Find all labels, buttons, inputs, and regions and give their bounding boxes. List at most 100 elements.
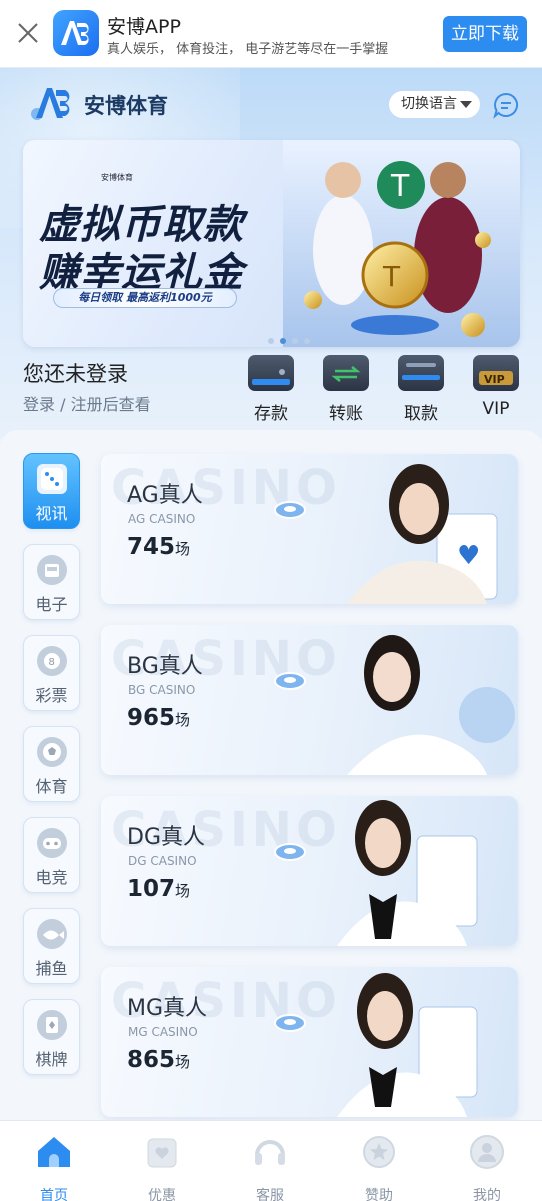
carousel-dot[interactable] [292,338,298,344]
download-button[interactable]: 立即下载 [443,16,527,52]
wallet-action-label: 转账 [329,404,363,424]
app-title: 安博APP [107,16,181,38]
category-label: 体育 [35,777,68,796]
banner-offer-pill: 每日领取 最高返利1000元 [53,288,237,308]
card-subtitle: AG CASINO [128,512,196,526]
category-tab-cards[interactable]: 棋牌 [23,999,80,1075]
caret-down-icon [460,101,472,108]
category-tab-slots[interactable]: 电子 [23,544,80,620]
casino-card-dg[interactable]: CASINO DG真人 DG CASINO 107场 [101,796,518,946]
dealer-portrait [347,635,515,775]
svg-text:♥: ♥ [457,541,480,571]
card-subtitle: DG CASINO [128,854,197,868]
card-count: 107场 [127,876,191,902]
wallet-action-withdraw[interactable]: 取款 [391,355,451,424]
category-tab-lottery[interactable]: 8 彩票 [23,635,80,711]
nav-profile[interactable]: 我的 [433,1121,541,1201]
app-logo [53,10,99,56]
login-status-title: 您还未登录 [23,362,128,386]
category-label: 彩票 [35,686,68,705]
category-label: 捕鱼 [35,959,68,978]
headset-icon [255,1140,285,1165]
game-lobby: 视讯 电子 8 彩票 体育 电竞 捕鱼 棋牌 CASINO AG真人 AG CA… [0,430,542,1120]
svg-text:T: T [382,260,401,293]
brand-name: 安博体育 [84,94,168,118]
category-tab-sports[interactable]: 体育 [23,726,80,802]
login-register-link[interactable]: 登录 / 注册后查看 [23,391,151,415]
card-subtitle: BG CASINO [128,683,196,697]
star-badge-icon [363,1136,395,1168]
nav-label: 我的 [473,1188,501,1201]
category-label: 电竞 [35,868,68,887]
dealer-portrait: ♥ [347,464,498,604]
close-icon[interactable] [14,19,42,47]
wallet-withdraw-icon [398,355,444,391]
carousel-dot-active[interactable] [280,338,286,344]
casino-chip-icon [274,843,306,861]
wallet-action-deposit[interactable]: 存款 [241,355,301,424]
card-title: DG真人 [127,825,205,850]
category-tab-esports[interactable]: 电竞 [23,817,80,893]
wallet-transfer-icon [323,355,369,391]
category-label: 电子 [35,595,68,614]
card-title: AG真人 [127,483,203,508]
casino-chip-icon [274,501,306,519]
wallet-action-label: VIP [482,399,510,419]
casino-card-mg[interactable]: CASINO MG真人 MG CASINO 865场 [101,967,518,1117]
category-label: 棋牌 [35,1050,68,1069]
nav-sponsorship[interactable]: 赞助 [325,1121,433,1201]
language-label: 切换语言 [401,96,457,112]
nav-label: 首页 [40,1188,68,1201]
nav-support[interactable]: 客服 [216,1121,324,1201]
vip-icon: VIP [473,355,519,391]
nav-label: 赞助 [365,1188,393,1201]
home-icon [38,1137,70,1167]
promo-banner[interactable]: 安博体育 虚拟币取款 赚幸运礼金 每日领取 最高返利1000元 T T [23,140,520,347]
casino-card-ag[interactable]: CASINO AG真人 AG CASINO 745场 ♥ [101,454,518,604]
card-title: BG真人 [127,654,203,679]
app-subtitle: 真人娱乐， 体育投注， 电子游艺等尽在一手掌握 [107,42,389,57]
nav-home[interactable]: 首页 [0,1121,108,1201]
lottery-ball-icon: 8 [36,646,67,676]
cards-icon [36,1010,67,1040]
card-subtitle: MG CASINO [128,1025,198,1039]
casino-chip-icon [274,672,306,690]
nav-label: 客服 [256,1188,284,1201]
wallet-action-transfer[interactable]: 转账 [316,355,376,424]
card-count: 745场 [127,534,191,560]
brand-logo-icon [31,88,70,120]
svg-text:VIP: VIP [484,373,505,386]
user-icon [470,1135,504,1169]
wallet-deposit-icon [248,355,294,391]
soccer-ball-icon [36,737,67,767]
carousel-dots [268,329,316,344]
wallet-action-label: 存款 [254,404,288,424]
wallet-action-vip[interactable]: VIP VIP [466,355,526,423]
svg-text:T: T [390,169,410,204]
category-tab-fishing[interactable]: 捕鱼 [23,908,80,984]
carousel-dot[interactable] [304,338,310,344]
dealer-portrait [337,800,478,946]
dice-icon [36,464,67,494]
card-count: 965场 [127,705,191,731]
card-count: 865场 [127,1047,191,1073]
banner-artwork: T T [283,140,520,347]
language-switch[interactable]: 切换语言 [389,91,480,118]
nav-promotions[interactable]: 优惠 [108,1121,216,1201]
gamepad-icon [36,828,67,858]
gift-icon [147,1138,177,1168]
chat-bubble-icon[interactable] [492,91,520,119]
wallet-action-label: 取款 [404,404,438,424]
casino-chip-icon [274,1014,306,1032]
casino-card-bg[interactable]: CASINO BG真人 BG CASINO 965场 [101,625,518,775]
category-tab-live[interactable]: 视讯 [23,453,80,529]
slot-machine-icon [36,555,67,585]
card-title: MG真人 [127,996,208,1021]
app-download-banner: 安博APP 真人娱乐， 体育投注， 电子游艺等尽在一手掌握 立即下载 [0,0,542,68]
category-label: 视讯 [35,504,68,523]
dealer-portrait [337,973,478,1117]
nav-label: 优惠 [148,1188,176,1201]
carousel-dot[interactable] [268,338,274,344]
banner-brand: 安博体育 [101,173,133,182]
fish-icon [36,919,67,949]
